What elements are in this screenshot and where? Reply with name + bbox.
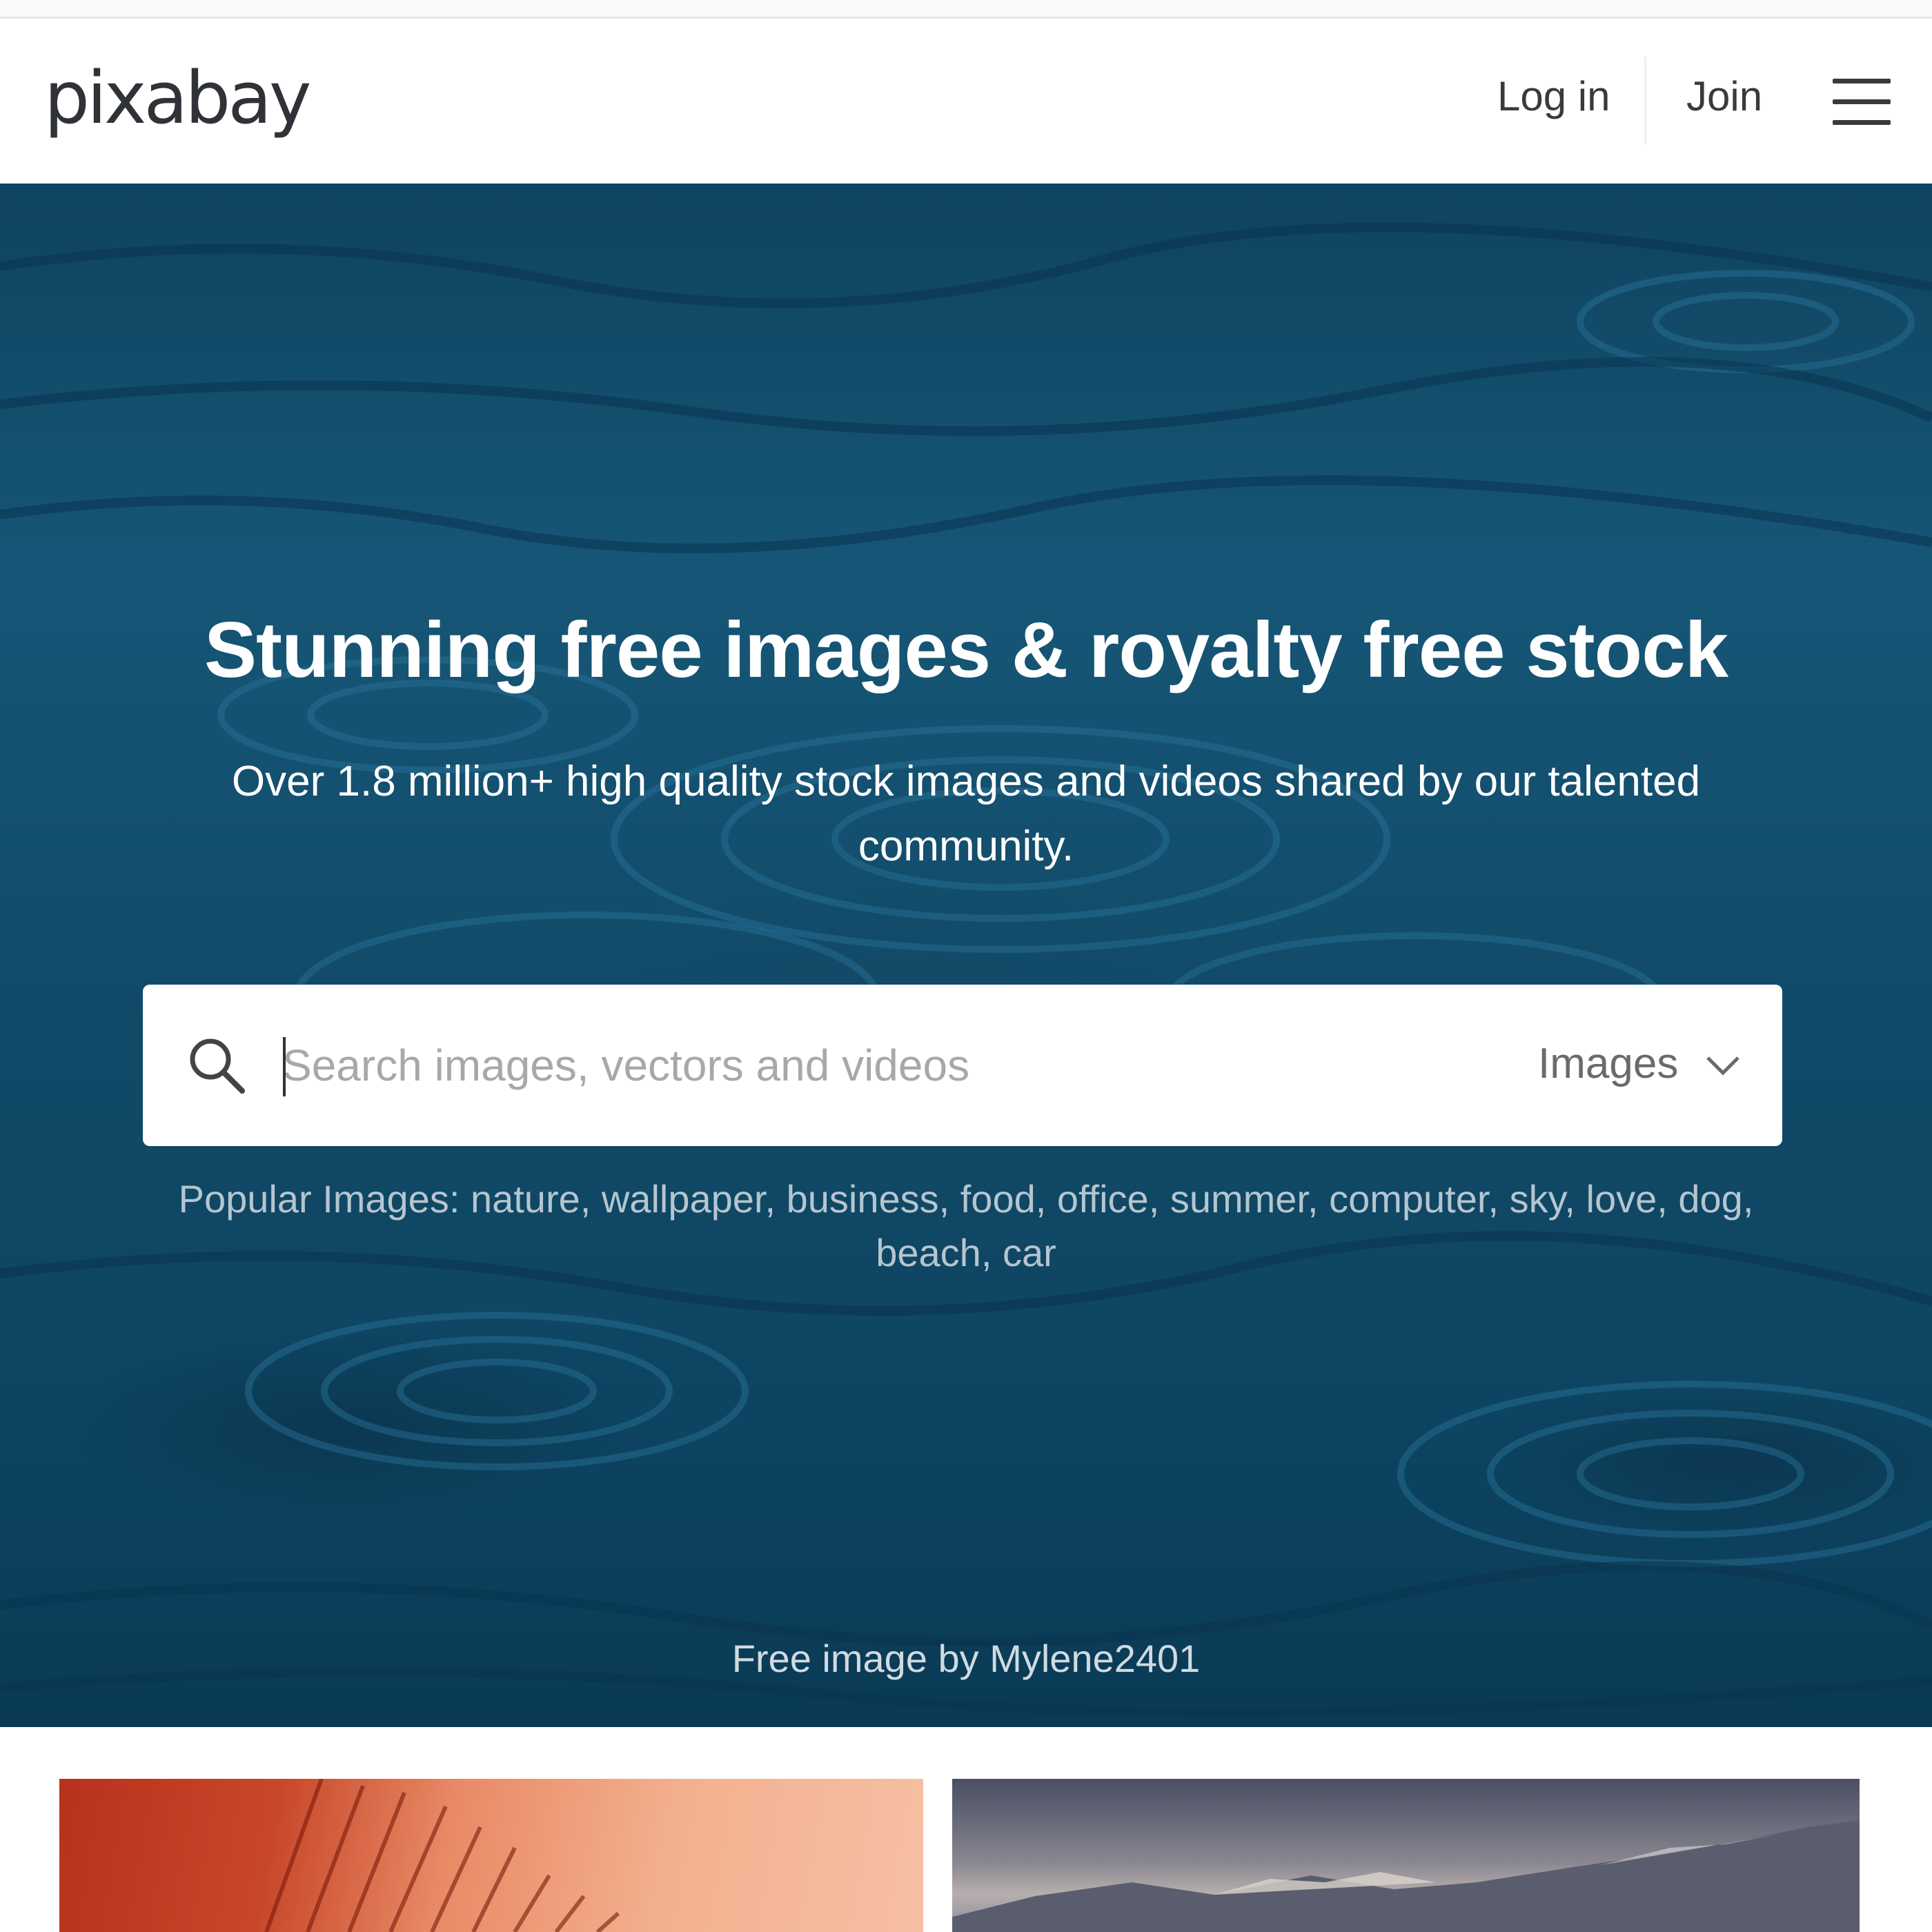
popular-tag-link[interactable]: food, [960, 1177, 1047, 1221]
popular-tag-link[interactable]: computer, [1329, 1177, 1499, 1221]
popular-label: Popular Images: [178, 1177, 460, 1221]
popular-tag-link[interactable]: business, [787, 1177, 950, 1221]
hamburger-line [1833, 120, 1891, 125]
hamburger-line [1833, 99, 1891, 104]
hamburger-icon[interactable] [1833, 79, 1891, 128]
hero-title: Stunning free images & royalty free stoc… [204, 607, 1728, 694]
search-bar[interactable]: Images [143, 985, 1782, 1146]
search-icon[interactable] [186, 1034, 248, 1096]
popular-tag-link[interactable]: nature, [471, 1177, 591, 1221]
hero-subtitle: Over 1.8 million+ high quality stock ima… [231, 758, 1701, 870]
popular-tag-link[interactable]: sky, [1510, 1177, 1575, 1221]
browser-top-rule [0, 0, 1932, 19]
gallery-thumbnail-feather[interactable] [59, 1779, 923, 1932]
chevron-down-icon[interactable] [1704, 1045, 1742, 1084]
popular-tag-link[interactable]: car [1003, 1231, 1056, 1274]
popular-searches: Popular Images: nature, wallpaper, busin… [166, 1172, 1766, 1280]
popular-tag-link[interactable]: wallpaper, [602, 1177, 776, 1221]
gallery-thumbnail-mountains[interactable] [952, 1779, 1860, 1932]
search-input[interactable] [282, 1019, 1455, 1112]
image-credit-link[interactable]: Free image by Mylene2401 [0, 1639, 1932, 1678]
pixabay-logo[interactable]: pixabay [44, 62, 311, 134]
popular-tag-link[interactable]: love, [1586, 1177, 1668, 1221]
water-ripples-background [0, 222, 1932, 1717]
hero-banner: Stunning free images & royalty free stoc… [0, 184, 1932, 1727]
site-header: pixabay Log in Join [0, 21, 1932, 184]
nav-divider [1644, 57, 1646, 145]
mountains-image [952, 1820, 1860, 1932]
text-caret [283, 1037, 286, 1096]
media-type-dropdown[interactable]: Images [1538, 1043, 1678, 1085]
join-link[interactable]: Join [1686, 76, 1762, 117]
login-link[interactable]: Log in [1497, 76, 1610, 117]
popular-tag-link[interactable]: summer, [1170, 1177, 1319, 1221]
popular-tag-link[interactable]: beach, [876, 1231, 992, 1274]
hamburger-line [1833, 79, 1891, 83]
feather-image [264, 1779, 620, 1932]
popular-tag-link[interactable]: office, [1057, 1177, 1159, 1221]
popular-tag-link[interactable]: dog, [1678, 1177, 1753, 1221]
